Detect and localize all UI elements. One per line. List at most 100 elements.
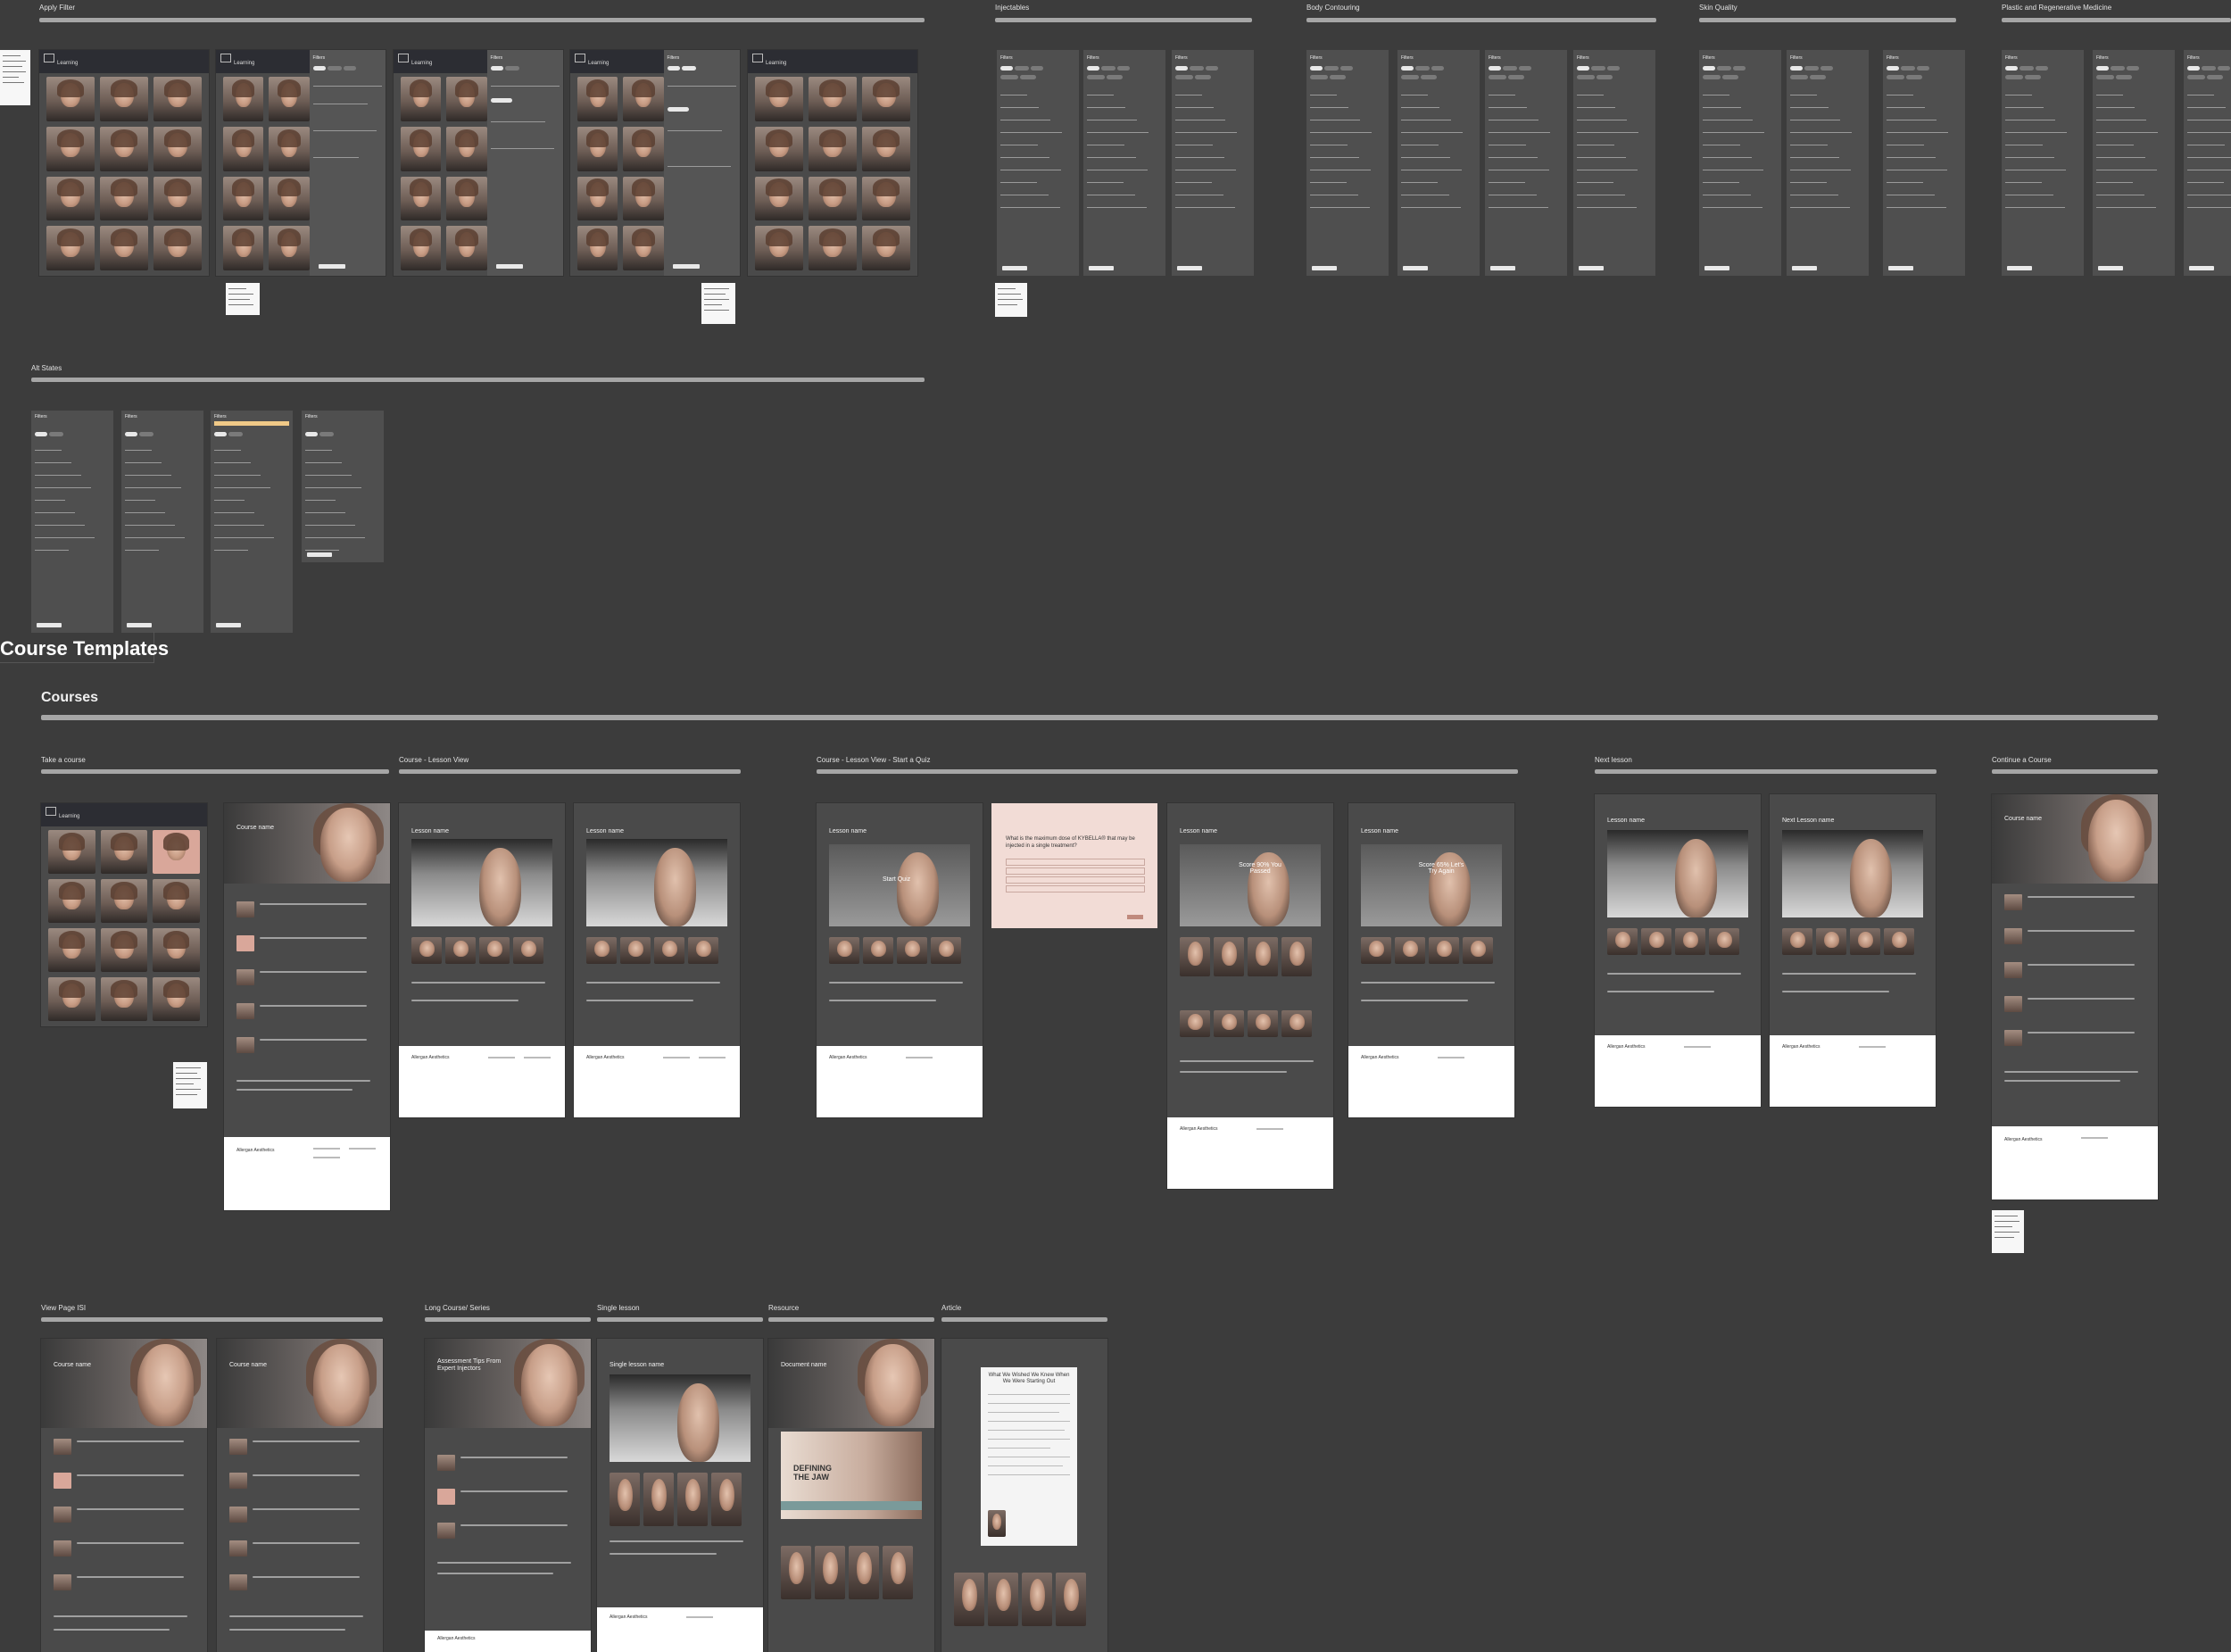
section-bar bbox=[1306, 18, 1656, 22]
continue-course-screen: Course name Allergan Aesthetics bbox=[1992, 794, 2158, 1200]
filters-title: Filters bbox=[1489, 55, 1501, 61]
section-bar bbox=[1595, 769, 1937, 774]
section-bar bbox=[41, 769, 389, 774]
filters-title: Filters bbox=[1887, 55, 1899, 61]
quiz-passed-screen: Lesson name Score 90% You Passed Allerga… bbox=[1167, 803, 1333, 1189]
filter-panel-screen: Filters bbox=[1083, 50, 1165, 276]
start-quiz-label: Start Quiz bbox=[883, 876, 911, 883]
section-label-next-lesson: Next lesson bbox=[1595, 756, 1632, 764]
section-label-injectables: Injectables bbox=[995, 4, 1030, 12]
annotation-note bbox=[173, 1062, 207, 1108]
filter-panel-screen: Filters bbox=[1306, 50, 1389, 276]
take-course-grid-screen: Learning bbox=[41, 803, 207, 1026]
filters-title: Filters bbox=[305, 414, 318, 419]
alt-state-panel: Filters bbox=[211, 411, 293, 633]
lesson-view-screen: Lesson name Allergan Aesthetics bbox=[399, 803, 565, 1117]
section-bar bbox=[41, 1317, 383, 1322]
start-quiz-screen: Lesson name Start Quiz Allergan Aestheti… bbox=[817, 803, 983, 1117]
filters-title: Filters bbox=[1175, 55, 1188, 61]
score-failed-label: Score 65% Let's Try Again bbox=[1418, 862, 1464, 875]
filter-panel-screen: Filters bbox=[2093, 50, 2175, 276]
filter-panel-screen: Filters bbox=[1573, 50, 1655, 276]
filters-title: Filters bbox=[1790, 55, 1803, 61]
filter-panel-screen: Filters bbox=[1397, 50, 1480, 276]
filter-panel-screen: Filters bbox=[1883, 50, 1965, 276]
filter-panel-screen: Filters bbox=[1485, 50, 1567, 276]
section-bar bbox=[941, 1317, 1107, 1322]
section-bar bbox=[31, 378, 925, 382]
section-label-skin-quality: Skin Quality bbox=[1699, 4, 1738, 12]
section-label-article: Article bbox=[941, 1304, 962, 1312]
section-label-apply-filter: Apply Filter bbox=[39, 4, 76, 12]
quiz-question: What is the maximum dose of KYBELLA® tha… bbox=[1006, 836, 1135, 849]
view-page-isi-screen: Course name bbox=[217, 1339, 383, 1652]
section-label-resource: Resource bbox=[768, 1304, 800, 1312]
filters-title: Filters bbox=[1703, 55, 1715, 61]
annotation-note bbox=[701, 283, 735, 324]
filters-title: Filters bbox=[2096, 55, 2109, 61]
alt-state-panel: Filters bbox=[121, 411, 203, 633]
next-lesson-screen: Lesson name Allergan Aesthetics bbox=[1595, 794, 1761, 1107]
filter-panel-screen: Filters bbox=[1699, 50, 1781, 276]
annotation-note bbox=[226, 283, 260, 315]
section-label-long-course: Long Course/ Series bbox=[425, 1304, 490, 1312]
resource-screen: Document name DEFINING THE JAW bbox=[768, 1339, 934, 1652]
defining-jaw-title: DEFINING THE JAW bbox=[793, 1464, 833, 1482]
section-title-courses: Courses bbox=[41, 690, 99, 705]
filter-panel-screen: Filters bbox=[1787, 50, 1869, 276]
learning-filter-screen: Learning Filters bbox=[570, 50, 740, 276]
section-bar bbox=[995, 18, 1252, 22]
section-bar bbox=[2002, 18, 2231, 22]
learning-filter-screen: Learning Filters bbox=[394, 50, 563, 276]
filters-title: Filters bbox=[1577, 55, 1589, 61]
annotation-note bbox=[995, 283, 1027, 317]
article-title: What We Wished We Knew When We Were Star… bbox=[988, 1373, 1070, 1384]
quiz-failed-screen: Lesson name Score 65% Let's Try Again Al… bbox=[1348, 803, 1514, 1117]
alt-state-panel: Filters bbox=[302, 411, 384, 562]
learning-filter-screen: Learning Filters bbox=[216, 50, 386, 276]
section-label-lesson-view: Course - Lesson View bbox=[399, 756, 469, 764]
section-label-view-page-isi: View Page ISI bbox=[41, 1304, 87, 1312]
section-label-body-contouring: Body Contouring bbox=[1306, 4, 1360, 12]
section-bar bbox=[597, 1317, 763, 1322]
section-label-take-a-course: Take a course bbox=[41, 756, 86, 764]
single-lesson-screen: Single lesson name Allergan Aesthetics bbox=[597, 1339, 763, 1652]
alt-state-panel: Filters bbox=[31, 411, 113, 633]
annotation-note bbox=[1992, 1210, 2024, 1253]
next-lesson-screen: Next Lesson name Allergan Aesthetics bbox=[1770, 794, 1936, 1107]
section-bar bbox=[399, 769, 741, 774]
filters-title: Filters bbox=[214, 414, 227, 419]
filter-panel-screen: Filters bbox=[1172, 50, 1254, 276]
section-bar bbox=[41, 715, 2158, 720]
score-passed-label: Score 90% You Passed bbox=[1239, 862, 1281, 875]
filters-title: Filters bbox=[35, 414, 47, 419]
section-bar bbox=[1992, 769, 2158, 774]
long-course-screen: Assessment Tips From Expert Injectors Al… bbox=[425, 1339, 591, 1652]
view-page-isi-screen: Course name bbox=[41, 1339, 207, 1652]
filters-title: Filters bbox=[125, 414, 137, 419]
quiz-question-dialog: What is the maximum dose of KYBELLA® tha… bbox=[991, 803, 1157, 928]
filters-title: Filters bbox=[1310, 55, 1323, 61]
learning-grid-screen: Learning bbox=[748, 50, 917, 276]
section-bar bbox=[768, 1317, 934, 1322]
filters-title: Filters bbox=[1401, 55, 1414, 61]
course-detail-screen: Course name Allergan Aesthetics bbox=[224, 803, 390, 1210]
filters-title: Filters bbox=[2005, 55, 2018, 61]
lesson-view-screen: Lesson name Allergan Aesthetics bbox=[574, 803, 740, 1117]
annotation-note bbox=[0, 50, 30, 105]
section-bar bbox=[425, 1317, 591, 1322]
section-bar bbox=[1699, 18, 1956, 22]
learning-grid-screen: Learning bbox=[39, 50, 209, 276]
section-label-single-lesson: Single lesson bbox=[597, 1304, 640, 1312]
section-bar bbox=[39, 18, 925, 22]
filter-panel-screen: Filters bbox=[2002, 50, 2084, 276]
section-label-alt-states: Alt States bbox=[31, 364, 62, 372]
page-title-course-templates: Course Templates bbox=[0, 637, 170, 660]
section-label-continue-course: Continue a Course bbox=[1992, 756, 2052, 764]
filters-title: Filters bbox=[1087, 55, 1099, 61]
article-screen: What We Wished We Knew When We Were Star… bbox=[941, 1339, 1107, 1652]
filters-title: Filters bbox=[2187, 55, 2200, 61]
section-label-lesson-quiz: Course - Lesson View - Start a Quiz bbox=[817, 756, 931, 764]
filter-panel-screen: Filters bbox=[2184, 50, 2231, 276]
section-bar bbox=[817, 769, 1518, 774]
